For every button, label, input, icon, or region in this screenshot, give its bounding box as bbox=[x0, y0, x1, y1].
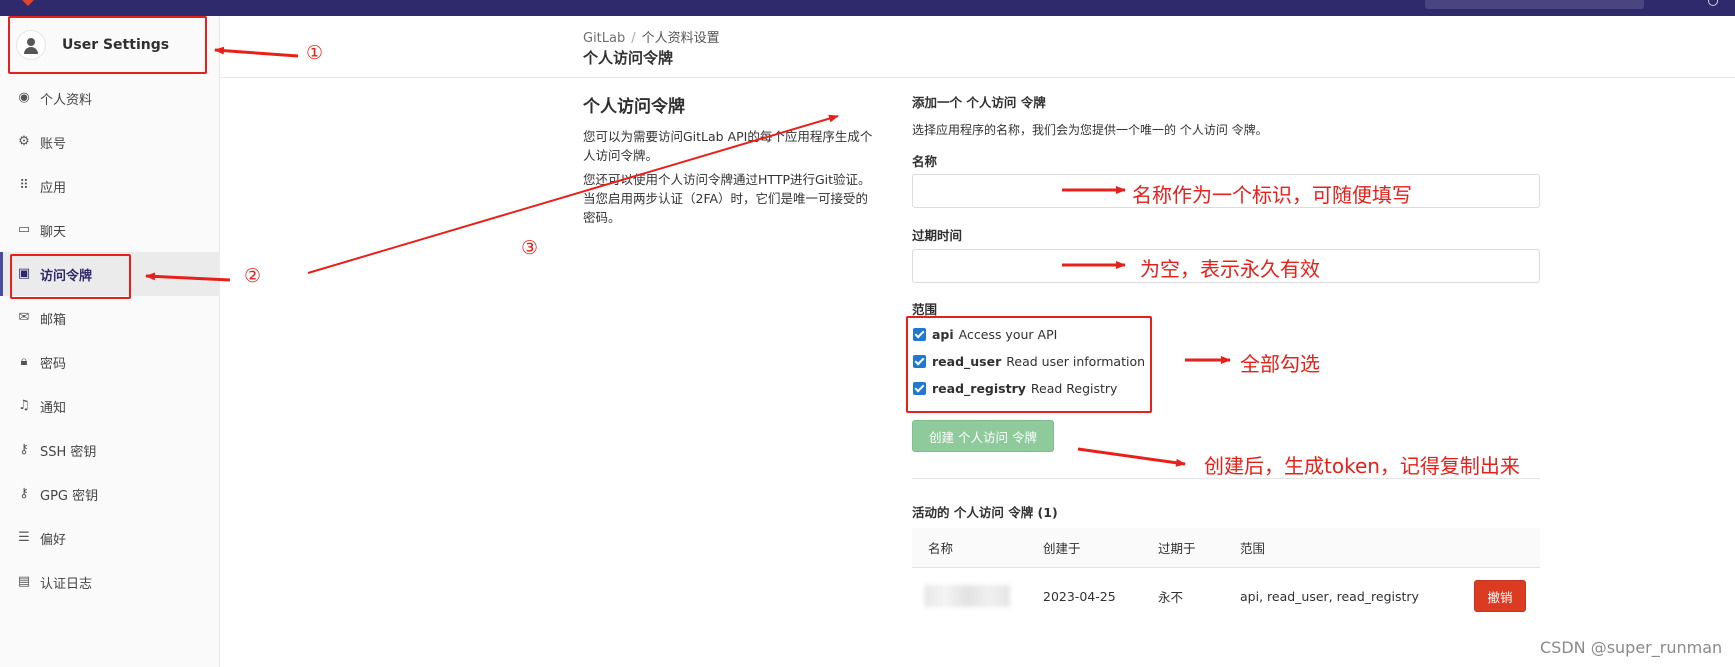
chat-icon: ▭ bbox=[17, 222, 31, 237]
page: User Settings ◉ 个人资料 ⚙ 账号 ⠿ 应用 ▭ 聊天 ▣ 访问令牌 ✉ 邮… bbox=[0, 0, 1735, 667]
sidebar-item-emails[interactable]: ✉ 邮箱 bbox=[0, 296, 220, 340]
sidebar-item-label: 应用 bbox=[40, 180, 67, 196]
column-header: 创建于 bbox=[1043, 541, 1081, 556]
bell-icon: ♫ bbox=[18, 398, 30, 413]
annotation-box-scopes bbox=[906, 316, 1152, 413]
sidebar-item-auth-log[interactable]: ▤ 认证日志 bbox=[0, 560, 220, 604]
annotation-box-user-settings bbox=[8, 16, 207, 74]
arrow-to-create-button bbox=[1077, 447, 1186, 467]
annotation-note-scopes: 全部勾选 bbox=[1240, 352, 1320, 376]
annotation-step-2: ② bbox=[244, 265, 262, 287]
arrow-to-user-settings bbox=[214, 46, 299, 58]
sidebar-item-label: 邮箱 bbox=[40, 312, 67, 328]
column-header: 过期于 bbox=[1158, 541, 1196, 556]
sidebar-item-label: 账号 bbox=[40, 136, 67, 152]
key-icon: ⚷ bbox=[19, 442, 29, 457]
sidebar-item-label: 聊天 bbox=[40, 224, 67, 240]
log-icon: ▤ bbox=[17, 574, 31, 589]
key-icon: ⚷ bbox=[19, 486, 29, 501]
create-token-button[interactable]: 创建 个人访问 令牌 bbox=[912, 420, 1054, 452]
token-expires-cell: 永不 bbox=[1158, 589, 1184, 605]
account-gear-icon: ⚙ bbox=[18, 134, 30, 149]
description-paragraph-2: 您还可以使用个人访问令牌通过HTTP进行Git验证。 当您启用两步认证（2FA）… bbox=[583, 172, 871, 225]
token-created-cell: 2023-04-25 bbox=[1043, 588, 1116, 604]
sidebar-item-applications[interactable]: ⠿ 应用 bbox=[0, 164, 220, 208]
header-divider bbox=[221, 77, 1735, 78]
lock-icon: 🔒︎ bbox=[20, 354, 28, 369]
sidebar-item-gpg-keys[interactable]: ⚷ GPG 密钥 bbox=[0, 472, 220, 516]
annotation-note-expiry: 为空，表示永久有效 bbox=[1140, 257, 1320, 281]
table-row: 2023-04-25 永不 api, read_user, read_regis… bbox=[912, 568, 1540, 624]
sidebar: User Settings ◉ 个人资料 ⚙ 账号 ⠿ 应用 ▭ 聊天 ▣ 访问令牌 ✉ 邮… bbox=[0, 16, 220, 667]
sidebar-item-notifications[interactable]: ♫ 通知 bbox=[0, 384, 220, 428]
sidebar-item-label: 偏好 bbox=[40, 532, 67, 548]
top-navbar bbox=[0, 0, 1735, 16]
add-token-form-header: 添加一个 个人访问 令牌 选择应用程序的名称，我们会为您提供一个唯一的 个人访问… bbox=[912, 92, 1540, 138]
breadcrumb-current-link[interactable]: 个人资料设置 bbox=[642, 31, 720, 46]
token-scopes-cell: api, read_user, read_registry bbox=[1240, 588, 1419, 604]
user-menu-icon[interactable] bbox=[1708, 0, 1718, 6]
sidebar-item-account[interactable]: ⚙ 账号 bbox=[0, 120, 220, 164]
page-title: 个人访问令牌 bbox=[583, 49, 674, 67]
sidebar-item-label: SSH 密钥 bbox=[40, 444, 97, 460]
search-box[interactable] bbox=[1425, 0, 1644, 9]
name-label: 名称 bbox=[912, 154, 938, 169]
profile-icon: ◉ bbox=[18, 90, 30, 105]
sidebar-item-preferences[interactable]: ☰ 偏好 bbox=[0, 516, 220, 560]
active-tokens-title: 活动的 个人访问 令牌 (1) bbox=[912, 505, 1058, 520]
description-column: 个人访问令牌 您可以为需要访问GitLab API的每个应用程序生成个人访问令牌… bbox=[583, 92, 878, 232]
annotation-box-access-tokens bbox=[10, 254, 131, 299]
mail-icon: ✉ bbox=[18, 310, 30, 325]
sidebar-item-ssh-keys[interactable]: ⚷ SSH 密钥 bbox=[0, 428, 220, 472]
form-heading: 添加一个 个人访问 令牌 bbox=[912, 95, 1046, 110]
sidebar-item-label: 密码 bbox=[40, 356, 67, 372]
sidebar-item-chat[interactable]: ▭ 聊天 bbox=[0, 208, 220, 252]
sidebar-item-label: 通知 bbox=[40, 400, 67, 416]
column-header: 名称 bbox=[928, 541, 954, 556]
column-header: 范围 bbox=[1240, 541, 1266, 556]
watermark: CSDN @super_runman bbox=[1540, 638, 1723, 657]
gitlab-logo-icon[interactable] bbox=[22, 0, 34, 6]
breadcrumb-root-link[interactable]: GitLab bbox=[583, 31, 625, 46]
token-name-cell bbox=[924, 568, 1010, 624]
section-title: 个人访问令牌 bbox=[583, 97, 685, 117]
sidebar-item-password[interactable]: 🔒︎ 密码 bbox=[0, 340, 220, 384]
sidebar-item-label: 个人资料 bbox=[40, 92, 93, 108]
description-paragraph-1: 您可以为需要访问GitLab API的每个应用程序生成个人访问令牌。 bbox=[583, 129, 873, 163]
revoke-button[interactable]: 撤销 bbox=[1474, 580, 1526, 612]
annotation-step-3: ③ bbox=[521, 237, 539, 259]
sidebar-item-label: 认证日志 bbox=[40, 576, 93, 592]
breadcrumb-separator: / bbox=[631, 31, 636, 46]
expiry-label: 过期时间 bbox=[912, 228, 963, 243]
form-subheading: 选择应用程序的名称，我们会为您提供一个唯一的 个人访问 令牌。 bbox=[912, 123, 1268, 137]
applications-grid-icon: ⠿ bbox=[19, 178, 29, 193]
annotation-note-name: 名称作为一个标识，可随便填写 bbox=[1132, 183, 1412, 207]
annotation-note-create: 创建后，生成token，记得复制出来 bbox=[1204, 454, 1520, 478]
annotation-step-1: ① bbox=[306, 42, 324, 64]
sliders-icon: ☰ bbox=[18, 530, 30, 545]
token-name-blurred bbox=[924, 585, 1010, 607]
token-action-cell: 撤销 bbox=[1474, 568, 1526, 624]
breadcrumb: GitLab / 个人资料设置 bbox=[583, 27, 720, 46]
sidebar-item-profile[interactable]: ◉ 个人资料 bbox=[0, 76, 220, 120]
tokens-table-header: 名称 创建于 过期于 范围 bbox=[912, 528, 1540, 568]
sidebar-item-label: GPG 密钥 bbox=[40, 488, 99, 504]
sidebar-nav: ◉ 个人资料 ⚙ 账号 ⠿ 应用 ▭ 聊天 ▣ 访问令牌 ✉ 邮箱 🔒︎ 密码 ♫ 通知 ⚷ SS… bbox=[0, 76, 220, 604]
